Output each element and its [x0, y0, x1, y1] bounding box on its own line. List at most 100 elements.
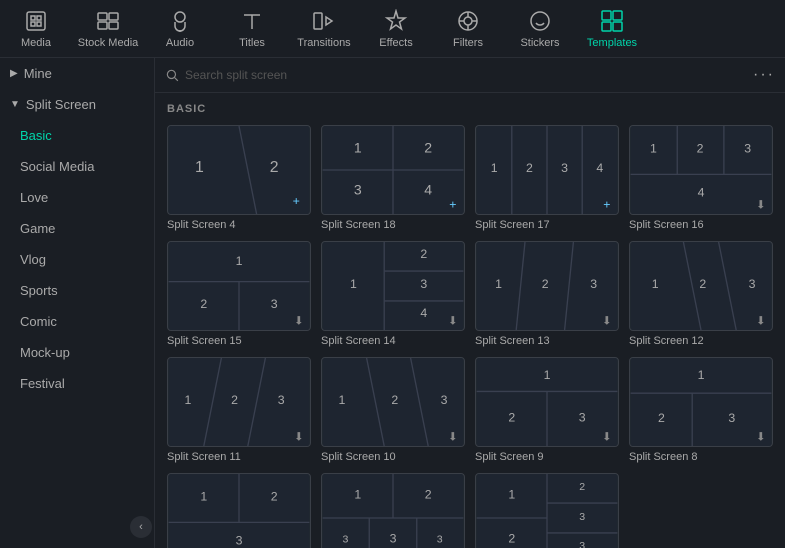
section-label-basic: BASIC	[167, 103, 773, 115]
grid-item-ss6[interactable]: 1 2 3 3 3 ⬇ Split Screen 6	[321, 473, 465, 548]
thumb-ss9: 1 2 3 ⬇	[475, 357, 619, 447]
label-ss16: Split Screen 16	[629, 219, 773, 231]
nav-media[interactable]: Media	[0, 4, 72, 53]
more-options-btn[interactable]: ···	[753, 66, 775, 84]
grid-item-ss15[interactable]: 1 2 3 ⬇ Split Screen 15	[167, 241, 311, 347]
svg-text:3: 3	[343, 534, 349, 546]
svg-text:⬇: ⬇	[602, 316, 612, 328]
mine-arrow: ▶	[10, 68, 18, 79]
svg-text:2: 2	[542, 277, 549, 291]
label-ss18: Split Screen 18	[321, 219, 465, 231]
svg-text:4: 4	[424, 182, 432, 198]
thumb-ss8: 1 2 3 ⬇	[629, 357, 773, 447]
svg-text:2: 2	[271, 489, 278, 503]
sidebar-item-comic[interactable]: Comic	[0, 306, 154, 337]
svg-text:1: 1	[200, 489, 207, 503]
svg-text:1: 1	[495, 277, 502, 291]
svg-text:2: 2	[231, 393, 238, 407]
nav-audio[interactable]: Audio	[144, 4, 216, 53]
nav-templates[interactable]: Templates	[576, 4, 648, 53]
grid-item-ss7[interactable]: 1 2 3 ⬇ Split Screen 7	[167, 473, 311, 548]
stock-media-icon	[95, 8, 121, 34]
sidebar-collapse-btn[interactable]: ‹	[130, 516, 152, 538]
svg-text:1: 1	[339, 393, 346, 407]
svg-text:3: 3	[579, 511, 585, 523]
sidebar-item-sports[interactable]: Sports	[0, 275, 154, 306]
nav-titles[interactable]: Titles	[216, 4, 288, 53]
svg-text:1: 1	[544, 368, 551, 382]
sidebar-splitscreen-header[interactable]: ▼ Split Screen	[0, 89, 154, 120]
label-ss14: Split Screen 14	[321, 335, 465, 347]
svg-text:⬇: ⬇	[756, 200, 766, 212]
svg-text:+: +	[293, 194, 300, 208]
svg-text:1: 1	[350, 277, 357, 291]
sidebar-item-festival[interactable]: Festival	[0, 368, 154, 399]
svg-text:2: 2	[579, 481, 585, 493]
svg-text:3: 3	[561, 161, 568, 175]
svg-text:1: 1	[236, 254, 243, 268]
grid-item-ss11[interactable]: 1 2 3 ⬇ Split Screen 11	[167, 357, 311, 463]
audio-icon	[167, 8, 193, 34]
grid-item-ss12[interactable]: 1 2 3 ⬇ Split Screen 12	[629, 241, 773, 347]
thumb-ss7: 1 2 3 ⬇	[167, 473, 311, 548]
svg-text:1: 1	[650, 141, 657, 155]
grid-item-ss10[interactable]: 1 2 3 ⬇ Split Screen 10	[321, 357, 465, 463]
thumb-ss13: 1 2 3 ⬇	[475, 241, 619, 331]
svg-text:1: 1	[698, 368, 705, 382]
templates-icon	[599, 8, 625, 34]
sidebar-item-mock-up[interactable]: Mock-up	[0, 337, 154, 368]
svg-text:3: 3	[590, 277, 597, 291]
svg-text:1: 1	[508, 488, 515, 502]
grid-item-ss14[interactable]: 1 2 3 4 ⬇ Split Screen 14	[321, 241, 465, 347]
svg-text:3: 3	[354, 182, 362, 198]
nav-effects[interactable]: Effects	[360, 4, 432, 53]
svg-text:⬇: ⬇	[756, 316, 766, 328]
svg-text:1: 1	[652, 277, 659, 291]
thumb-ss14: 1 2 3 4 ⬇	[321, 241, 465, 331]
svg-text:⬇: ⬇	[294, 432, 304, 444]
svg-text:2: 2	[508, 532, 515, 546]
svg-text:4: 4	[698, 185, 705, 199]
svg-text:2: 2	[420, 247, 427, 261]
filters-icon	[455, 8, 481, 34]
grid-item-ss8[interactable]: 1 2 3 ⬇ Split Screen 8	[629, 357, 773, 463]
thumb-ss12: 1 2 3 ⬇	[629, 241, 773, 331]
sidebar-item-social-media[interactable]: Social Media	[0, 151, 154, 182]
svg-text:4: 4	[596, 161, 603, 175]
nav-filters[interactable]: Filters	[432, 4, 504, 53]
svg-text:⬇: ⬇	[294, 316, 304, 328]
grid-item-ss17[interactable]: 1 2 3 4 + Split Screen 17	[475, 125, 619, 231]
label-ss15: Split Screen 15	[167, 335, 311, 347]
svg-text:3: 3	[271, 297, 278, 311]
titles-icon	[239, 8, 265, 34]
svg-text:1: 1	[185, 393, 192, 407]
grid-item-ss16[interactable]: 1 2 3 4 ⬇ Split Screen 16	[629, 125, 773, 231]
thumb-ss15: 1 2 3 ⬇	[167, 241, 311, 331]
grid-item-ss4[interactable]: 1 2 + Split Screen 4	[167, 125, 311, 231]
sidebar-item-game[interactable]: Game	[0, 213, 154, 244]
nav-stock-media[interactable]: Stock Media	[72, 4, 144, 53]
search-icon	[165, 68, 179, 82]
grid-item-ss5[interactable]: 1 2 2 3 3 ⬇ Split Screen 5	[475, 473, 619, 548]
grid-item-ss18[interactable]: 1 2 3 4 + Split Screen 18	[321, 125, 465, 231]
grid-item-ss9[interactable]: 1 2 3 ⬇ Split Screen 9	[475, 357, 619, 463]
sidebar-item-vlog[interactable]: Vlog	[0, 244, 154, 275]
template-grid: 1 2 + Split Screen 4 1	[167, 125, 773, 548]
svg-text:3: 3	[441, 393, 448, 407]
svg-text:3: 3	[437, 534, 443, 546]
nav-transitions[interactable]: Transitions	[288, 4, 360, 53]
sidebar-item-basic[interactable]: Basic	[0, 120, 154, 151]
nav-stickers[interactable]: Stickers	[504, 4, 576, 53]
svg-text:3: 3	[749, 277, 756, 291]
effects-icon	[383, 8, 409, 34]
svg-text:2: 2	[270, 159, 279, 176]
sidebar-mine-header[interactable]: ▶ Mine	[0, 58, 154, 89]
grid-item-ss13[interactable]: 1 2 3 ⬇ Split Screen 13	[475, 241, 619, 347]
thumb-ss11: 1 2 3 ⬇	[167, 357, 311, 447]
svg-text:⬇: ⬇	[602, 432, 612, 444]
sidebar-item-love[interactable]: Love	[0, 182, 154, 213]
svg-text:⬇: ⬇	[448, 316, 458, 328]
svg-text:2: 2	[658, 411, 665, 425]
label-ss12: Split Screen 12	[629, 335, 773, 347]
search-input[interactable]	[185, 68, 747, 82]
